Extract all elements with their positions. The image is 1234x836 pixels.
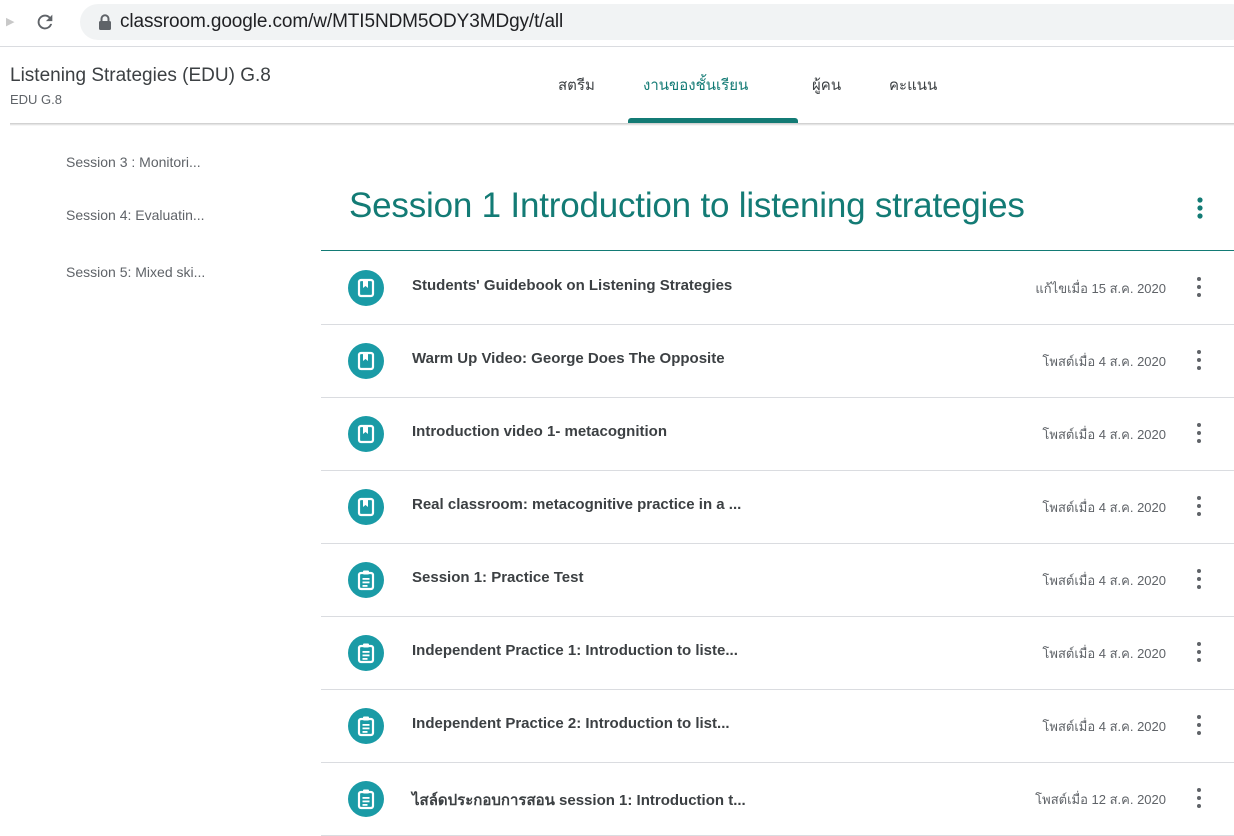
tab-classwork[interactable]: งานของชั้นเรียน <box>643 73 748 97</box>
sidebar-topic-session-5[interactable]: Session 5: Mixed ski... <box>66 264 205 280</box>
classwork-item[interactable]: Introduction video 1- metacognition โพสต์… <box>321 397 1234 471</box>
classwork-item-date: โพสต์เมื่อ 4 ส.ค. 2020 <box>1042 646 1166 661</box>
class-header: Listening Strategies (EDU) G.8 EDU G.8 ส… <box>0 47 1234 125</box>
classwork-item-title[interactable]: Independent Practice 1: Introduction to … <box>412 642 738 659</box>
classwork-item-title[interactable]: Warm Up Video: George Does The Opposite <box>412 350 725 367</box>
classwork-item-title[interactable]: Independent Practice 2: Introduction to … <box>412 715 730 732</box>
url-text[interactable]: classroom.google.com/w/MTI5NDM5ODY3MDgy/… <box>120 9 563 35</box>
classwork-item-date: แก้ไขเมื่อ 15 ส.ค. 2020 <box>1035 281 1166 296</box>
material-icon <box>348 270 384 306</box>
classwork-item[interactable]: ไสล์ดประกอบการสอน session 1: Introductio… <box>321 762 1234 836</box>
topic-title: Session 1 Introduction to listening stra… <box>349 186 1025 225</box>
item-more-options-icon[interactable] <box>1192 494 1206 518</box>
classwork-item[interactable]: Independent Practice 2: Introduction to … <box>321 689 1234 763</box>
item-more-options-icon[interactable] <box>1192 421 1206 445</box>
tab-stream[interactable]: สตรีม <box>558 73 595 97</box>
item-more-options-icon[interactable] <box>1192 348 1206 372</box>
classwork-item-title[interactable]: Real classroom: metacognitive practice i… <box>412 496 741 513</box>
class-title[interactable]: Listening Strategies (EDU) G.8 <box>10 65 271 87</box>
sidebar-topic-session-4[interactable]: Session 4: Evaluatin... <box>66 207 205 223</box>
assignment-icon <box>348 708 384 744</box>
item-more-options-icon[interactable] <box>1192 713 1206 737</box>
classwork-item-date: โพสต์เมื่อ 4 ส.ค. 2020 <box>1042 573 1166 588</box>
item-more-options-icon[interactable] <box>1192 275 1206 299</box>
class-section: EDU G.8 <box>10 92 63 107</box>
assignment-icon <box>348 562 384 598</box>
material-icon <box>348 343 384 379</box>
classwork-item-date: โพสต์เมื่อ 12 ส.ค. 2020 <box>1035 792 1166 807</box>
classwork-item[interactable]: Warm Up Video: George Does The Opposite โ… <box>321 324 1234 398</box>
tab-people[interactable]: ผู้คน <box>812 73 841 97</box>
tab-grades[interactable]: คะแนน <box>889 73 937 97</box>
classwork-item-date: โพสต์เมื่อ 4 ส.ค. 2020 <box>1042 354 1166 369</box>
classwork-item-title[interactable]: ไสล์ดประกอบการสอน session 1: Introductio… <box>412 788 746 812</box>
classwork-item[interactable]: Students' Guidebook on Listening Strateg… <box>321 251 1234 325</box>
browser-toolbar: ▶ classroom.google.com/w/MTI5NDM5ODY3MDg… <box>0 0 1234 44</box>
classwork-item-date: โพสต์เมื่อ 4 ส.ค. 2020 <box>1042 427 1166 442</box>
item-more-options-icon[interactable] <box>1192 786 1206 810</box>
material-icon <box>348 416 384 452</box>
classwork-item[interactable]: Independent Practice 1: Introduction to … <box>321 616 1234 690</box>
classwork-item-title[interactable]: Students' Guidebook on Listening Strateg… <box>412 277 732 294</box>
forward-arrow-icon[interactable]: ▶ <box>6 12 18 32</box>
item-more-options-icon[interactable] <box>1192 567 1206 591</box>
classwork-item[interactable]: Session 1: Practice Test โพสต์เมื่อ 4 ส.ค… <box>321 543 1234 617</box>
assignment-icon <box>348 781 384 817</box>
header-shadow <box>10 123 1234 126</box>
classwork-item-date: โพสต์เมื่อ 4 ส.ค. 2020 <box>1042 719 1166 734</box>
lock-icon <box>99 14 111 30</box>
classwork-item-date: โพสต์เมื่อ 4 ส.ค. 2020 <box>1042 500 1166 515</box>
topic-more-options-icon[interactable] <box>1190 196 1210 222</box>
item-more-options-icon[interactable] <box>1192 640 1206 664</box>
reload-icon[interactable] <box>34 11 56 33</box>
classwork-item-title[interactable]: Session 1: Practice Test <box>412 569 583 586</box>
sidebar-topic-session-3[interactable]: Session 3 : Monitori... <box>66 154 201 170</box>
classwork-item-title[interactable]: Introduction video 1- metacognition <box>412 423 667 440</box>
assignment-icon <box>348 635 384 671</box>
material-icon <box>348 489 384 525</box>
classwork-item[interactable]: Real classroom: metacognitive practice i… <box>321 470 1234 544</box>
